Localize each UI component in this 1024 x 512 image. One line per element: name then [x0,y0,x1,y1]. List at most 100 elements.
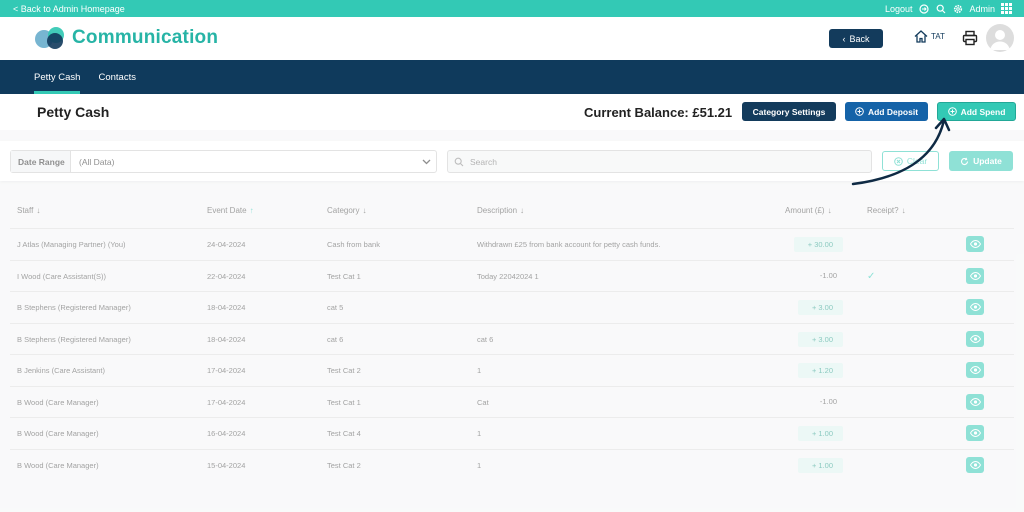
cell-staff: B Jenkins (Care Assistant) [17,366,105,375]
page-header: Petty Cash Current Balance: £51.21 Categ… [0,94,1024,130]
date-range-select[interactable]: Date Range (All Data) [10,150,437,173]
view-button[interactable] [966,330,984,347]
search-box [447,150,872,173]
tab-petty-cash[interactable]: Petty Cash [34,60,81,94]
sort-icon: ↓ [36,206,41,215]
cell-amount: + 3.00 [770,292,843,323]
admin-label[interactable]: Admin [969,4,995,14]
cell-event-date: 18-04-2024 [207,303,246,312]
cell-amount: -1.00 [770,261,843,292]
view-button[interactable] [966,267,984,284]
cell-staff: B Stephens (Registered Manager) [17,303,131,312]
add-spend-button[interactable]: Add Spend [937,102,1016,121]
add-spend-label: Add Spend [960,106,1006,117]
clear-icon [894,156,903,166]
clear-button[interactable]: Clear [882,151,939,171]
update-button[interactable]: Update [949,151,1013,171]
cell-category: Test Cat 2 [327,460,361,470]
grid-icon[interactable] [1001,3,1012,14]
cell-category: Test Cat 1 [327,271,361,281]
plus-circle-icon [947,107,957,116]
logout-icon[interactable] [918,3,929,14]
add-deposit-label: Add Deposit [867,106,919,117]
header-staff[interactable]: Staff ↓ [17,206,40,215]
cell-category: Test Cat 4 [327,429,361,438]
search-icon [454,157,464,166]
cell-staff: B Wood (Care Manager) [17,397,99,407]
amount-positive-badge: + 3.00 [797,300,843,315]
amount-negative: -1.00 [819,270,837,280]
cell-category: Test Cat 1 [327,397,361,407]
tab-contacts[interactable]: Contacts [98,60,136,94]
avatar[interactable] [986,24,1014,52]
amount-positive-badge: + 30.00 [793,237,843,252]
view-button[interactable] [966,236,984,252]
date-range-label: Date Range [11,151,71,172]
cell-description: 1 [477,366,482,375]
eye-icon [969,303,981,311]
app-logo [35,27,64,49]
table-row: B Wood (Care Manager) 15-04-2024 Test Cat … [10,448,1014,480]
cell-event-date: 24-04-2024 [207,240,246,249]
cell-description: Withdrawn £25 from bank account for pett… [477,240,661,249]
eye-icon [969,271,981,280]
amount-negative: -1.00 [819,396,837,406]
header-amount[interactable]: Amount (£) ↓ [785,206,832,215]
view-button[interactable] [966,299,984,315]
header-description[interactable]: Description ↓ [477,206,524,215]
amount-positive-badge: + 1.20 [797,363,843,378]
cell-category: cat 5 [327,303,344,312]
table-row: J Atlas (Managing Partner) (You) 24-04-20… [10,228,1014,259]
cell-event-date: 17-04-2024 [207,397,246,407]
cell-description: 1 [477,460,482,470]
search-icon[interactable] [935,3,946,14]
app-title: Communication [72,27,219,48]
search-input[interactable] [470,156,871,167]
eye-icon [969,240,981,248]
cell-amount: + 1.00 [770,418,843,449]
main-nav: Petty Cash Contacts [0,60,1024,94]
sort-icon: ↑ [249,206,254,215]
table-row: B Stephens (Registered Manager) 18-04-202… [10,322,1014,354]
header-receipt[interactable]: Receipt? ↓ [867,206,906,215]
add-deposit-button[interactable]: Add Deposit [845,102,928,121]
table-row: B Wood (Care Manager) 16-04-2024 Test Cat … [10,417,1014,448]
cell-staff: J Atlas (Managing Partner) (You) [17,240,126,249]
logout-link[interactable]: Logout [885,4,913,14]
eye-icon [969,460,981,469]
eye-icon [969,397,981,406]
top-bar-actions: Logout Admin [885,3,1012,14]
cell-event-date: 18-04-2024 [207,334,246,344]
back-to-admin-link[interactable]: < Back to Admin Homepage [13,4,125,14]
cell-category: cat 6 [327,334,344,344]
cell-amount: + 1.20 [770,355,843,386]
view-button[interactable] [966,393,984,410]
view-button[interactable] [966,425,984,441]
back-button[interactable]: ‹ Back [829,29,883,48]
cell-description: Cat [477,397,489,407]
top-bar: < Back to Admin Homepage Logout Admin [0,0,1024,17]
cell-description: 1 [477,429,482,438]
table-row: I Wood (Care Assistant(S)) 22-04-2024 Test… [10,259,1014,292]
view-button[interactable] [966,362,984,378]
print-icon[interactable] [962,30,978,46]
sort-icon: ↓ [362,206,367,215]
table-row: B Stephens (Registered Manager) 18-04-202… [10,291,1014,322]
amount-positive-badge: + 1.00 [797,426,843,441]
clear-label: Clear [906,156,928,166]
cell-description: cat 6 [477,334,494,344]
category-settings-button[interactable]: Category Settings [742,102,836,121]
home-link[interactable]: TAT [914,30,945,43]
gear-icon[interactable] [952,3,963,14]
cell-category: Test Cat 2 [327,366,361,375]
receipt-check-icon: ✓ [867,270,876,282]
cell-amount: + 30.00 [770,229,843,260]
header-event-date[interactable]: Event Date ↑ [207,206,254,215]
eye-icon [969,429,981,437]
view-button[interactable] [966,456,984,473]
header-category[interactable]: Category ↓ [327,206,366,215]
cell-event-date: 17-04-2024 [207,366,246,375]
home-icon [914,30,928,43]
amount-positive-badge: + 3.00 [797,331,843,347]
cell-category: Cash from bank [327,240,380,249]
